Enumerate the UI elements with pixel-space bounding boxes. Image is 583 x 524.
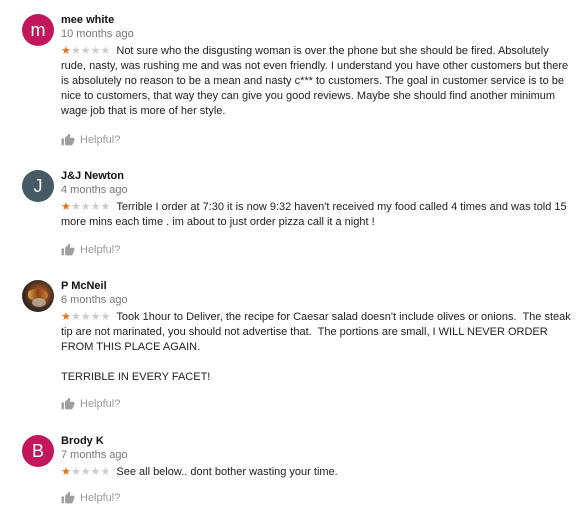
- star-empty-icon: ★: [70, 201, 81, 213]
- star-rating: ★★★★★: [61, 465, 110, 480]
- star-empty-icon: ★: [70, 466, 81, 478]
- helpful-button[interactable]: Helpful?: [61, 397, 120, 410]
- star-empty-icon: ★: [80, 311, 91, 323]
- review-paragraph: See all below.. dont bother wasting your…: [116, 466, 338, 478]
- star-empty-icon: ★: [100, 201, 111, 213]
- review-time: 6 months ago: [61, 294, 128, 306]
- review-time: 10 months ago: [61, 28, 134, 40]
- star-filled-icon: ★: [61, 45, 71, 57]
- helpful-button[interactable]: Helpful?: [61, 491, 120, 504]
- helpful-label: Helpful?: [80, 491, 121, 504]
- star-empty-icon: ★: [100, 45, 111, 57]
- star-empty-icon: ★: [80, 45, 91, 57]
- review-author[interactable]: P McNeil: [61, 280, 107, 292]
- helpful-button[interactable]: Helpful?: [61, 133, 120, 146]
- helpful-label: Helpful?: [80, 243, 121, 256]
- star-empty-icon: ★: [100, 466, 111, 478]
- review-text: ★★★★★ Took 1hour to Deliver, the recipe f…: [61, 310, 571, 385]
- review-time: 7 months ago: [61, 449, 128, 461]
- review-author[interactable]: mee white: [61, 14, 114, 26]
- thumbs-up-icon: [61, 491, 75, 504]
- star-rating: ★★★★★: [61, 310, 110, 325]
- avatar[interactable]: [22, 280, 54, 312]
- review-text: ★★★★★ See all below.. dont bother wasting…: [61, 465, 571, 480]
- star-empty-icon: ★: [70, 311, 81, 323]
- star-empty-icon: ★: [90, 466, 101, 478]
- review-text: ★★★★★ Terrible I order at 7:30 it is now …: [61, 200, 571, 230]
- review-paragraph: Terrible I order at 7:30 it is now 9:32 …: [61, 201, 570, 228]
- star-empty-icon: ★: [80, 466, 91, 478]
- star-empty-icon: ★: [90, 45, 101, 57]
- helpful-label: Helpful?: [80, 133, 121, 146]
- thumbs-up-icon: [61, 397, 75, 410]
- review-paragraph: Not sure who the disgusting woman is ove…: [61, 45, 572, 117]
- star-filled-icon: ★: [61, 311, 71, 323]
- review-time: 4 months ago: [61, 184, 128, 196]
- review-paragraph: TERRIBLE IN EVERY FACET!: [61, 371, 211, 383]
- thumbs-up-icon: [61, 243, 75, 256]
- star-empty-icon: ★: [90, 201, 101, 213]
- star-empty-icon: ★: [100, 311, 111, 323]
- star-filled-icon: ★: [61, 466, 71, 478]
- avatar[interactable]: B: [22, 435, 54, 467]
- review-text: ★★★★★ Not sure who the disgusting woman i…: [61, 44, 571, 119]
- star-rating: ★★★★★: [61, 200, 110, 215]
- review-paragraph: Took 1hour to Deliver, the recipe for Ca…: [61, 311, 574, 353]
- avatar[interactable]: m: [22, 14, 54, 46]
- review-author[interactable]: J&J Newton: [61, 170, 124, 182]
- star-empty-icon: ★: [70, 45, 81, 57]
- star-empty-icon: ★: [90, 311, 101, 323]
- avatar[interactable]: J: [22, 170, 54, 202]
- star-rating: ★★★★★: [61, 44, 110, 59]
- thumbs-up-icon: [61, 133, 75, 146]
- review-author[interactable]: Brody K: [61, 435, 104, 447]
- helpful-label: Helpful?: [80, 397, 121, 410]
- star-filled-icon: ★: [61, 201, 71, 213]
- helpful-button[interactable]: Helpful?: [61, 243, 120, 256]
- star-empty-icon: ★: [80, 201, 91, 213]
